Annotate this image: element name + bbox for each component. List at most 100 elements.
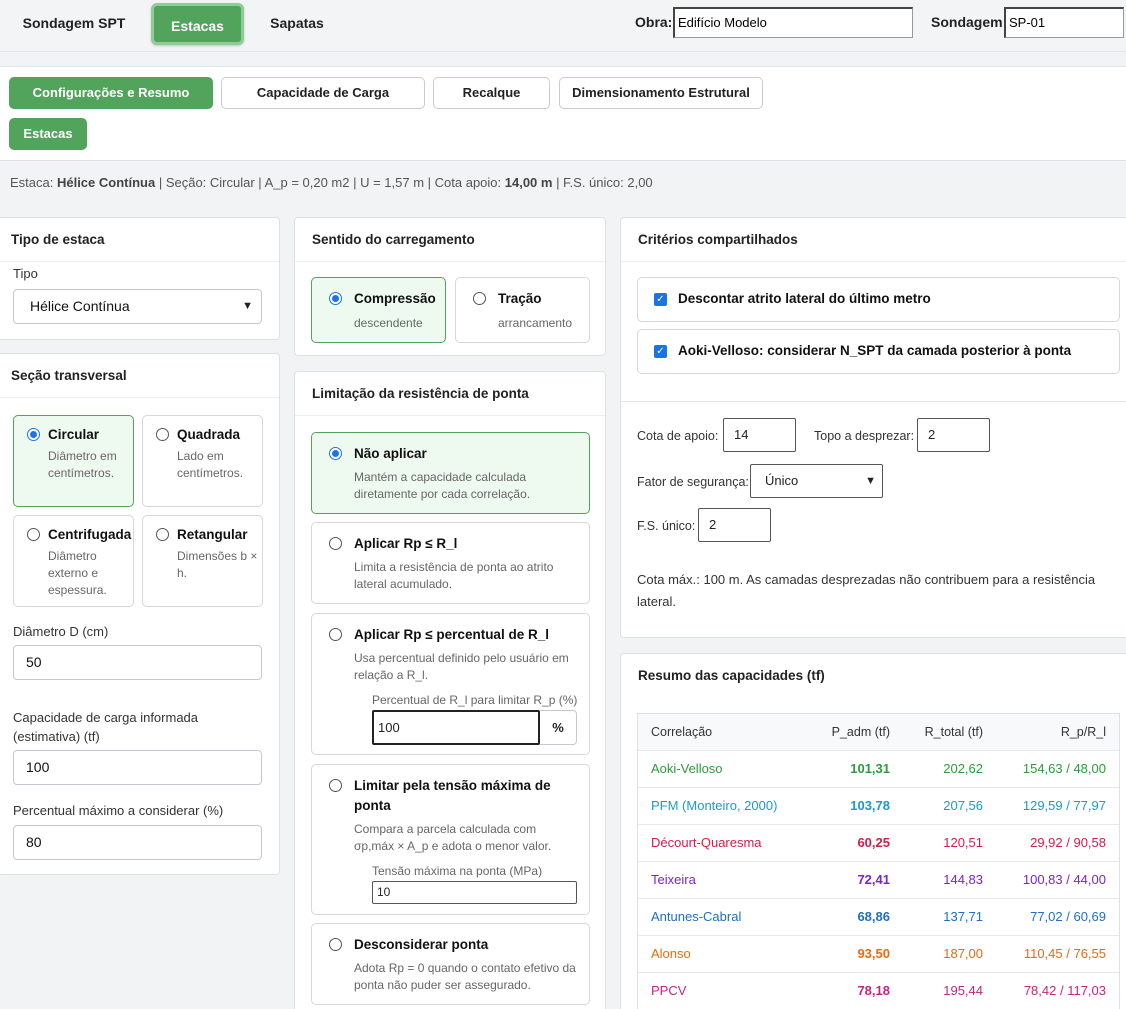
subtab-capacidade-carga[interactable]: Capacidade de Carga [221,77,425,109]
cota-apoio-input[interactable]: 14 [723,418,796,452]
percentual-rl-input[interactable]: 100 [372,710,540,745]
fs-unico-input[interactable]: 2 [698,508,771,542]
checkbox-aoki[interactable]: ✓ [654,345,667,358]
rprl-cell: 78,42 / 117,03 [1023,983,1106,998]
limitacao-option-percentual[interactable]: Aplicar Rp ≤ percentual de R_l Usa perce… [311,613,590,755]
radio-tracao[interactable] [473,292,486,305]
fator-select[interactable]: Único ▼ [750,464,883,498]
info-suffix: | F.S. único: 2,00 [552,175,653,190]
option-title: Desconsiderar ponta [354,937,489,952]
rprl-cell: 154,63 / 48,00 [1022,761,1106,776]
rtotal-cell: 137,71 [943,909,983,924]
sondagem-input[interactable]: SP-01 [1004,7,1124,38]
rtotal-cell: 187,00 [943,946,983,961]
rprl-cell: 77,02 / 60,69 [1030,909,1106,924]
tab-sapatas[interactable]: Sapatas [258,3,336,45]
table-row: PPCV 78,18 195,44 78,42 / 117,03 [638,972,1119,1009]
option-title: Tração [498,291,542,306]
sentido-option-tracao[interactable]: Tração arrancamento [455,277,590,343]
correlacao-cell: PPCV [651,983,687,998]
secao-option-circular[interactable]: Circular Diâmetro em centímetros. [13,415,134,507]
option-desc: Lado em centímetros. [177,449,244,480]
limitacao-option-tensao[interactable]: Limitar pela tensão máxima de ponta Comp… [311,764,590,915]
subtab-recalque[interactable]: Recalque [433,77,550,109]
radio-retangular[interactable] [156,528,169,541]
limitacao-option-desconsiderar[interactable]: Desconsiderar ponta Adota Rp = 0 quando … [311,923,590,1005]
info-cota: 14,00 m [504,175,553,190]
app-root: Sondagem SPT Estacas Sapatas Obra: Edifí… [0,0,1126,1009]
tab-estacas[interactable]: Estacas [151,3,244,45]
rtotal-cell: 144,83 [943,872,983,887]
resumo-card: Resumo das capacidades (tf) Correlação P… [620,653,1126,1009]
tipo-estaca-card: Tipo de estaca Tipo Hélice Contínua ▼ [0,217,280,340]
tipo-select-value: Hélice Contínua [30,298,130,314]
option-desc: Dimensões b × h. [177,549,258,580]
correlacao-cell: Antunes-Cabral [651,909,742,924]
topo-input[interactable]: 2 [917,418,990,452]
info-middle: | Seção: Circular | A_p = 0,20 m2 | U = … [155,175,505,190]
radio-nao-aplicar[interactable] [329,447,342,460]
padm-cell: 72,41 [857,872,890,887]
limitacao-option-rp-rl[interactable]: Aplicar Rp ≤ R_l Limita a resistência de… [311,522,590,604]
topo-label: Topo a desprezar: [814,429,915,443]
rprl-cell: 100,83 / 44,00 [1022,872,1106,887]
resumo-title: Resumo das capacidades (tf) [638,668,825,683]
secao-option-quadrada[interactable]: Quadrada Lado em centímetros. [142,415,263,507]
radio-circular[interactable] [27,428,40,441]
padm-cell: 103,78 [850,798,890,813]
cota-apoio-label: Cota de apoio: [637,429,719,443]
radio-percentual[interactable] [329,628,342,641]
secao-option-retangular[interactable]: Retangular Dimensões b × h. [142,515,263,607]
option-title: Retangular [177,527,248,542]
radio-rp-rl[interactable] [329,537,342,550]
option-desc: Diâmetro em centímetros. [48,449,117,480]
check-descontar-label: Descontar atrito lateral do último metro [678,291,931,306]
option-desc: arrancamento [498,316,573,330]
capacidade-input[interactable]: 100 [13,750,262,785]
checkbox-descontar[interactable]: ✓ [654,293,667,306]
resumo-table: Correlação P_adm (tf) R_total (tf) R_p/R… [637,713,1120,1009]
table-row: Aoki-Velloso 101,31 202,62 154,63 / 48,00 [638,750,1119,787]
diametro-input[interactable]: 50 [13,645,262,680]
rprl-cell: 129,59 / 77,97 [1022,798,1106,813]
criterios-card: Critérios compartilhados ✓ Descontar atr… [620,217,1126,638]
padm-cell: 93,50 [857,946,890,961]
tab-sondagem-spt[interactable]: Sondagem SPT [10,3,138,45]
radio-centrifugada[interactable] [27,528,40,541]
percentual-input[interactable]: 80 [13,825,262,860]
obra-input[interactable]: Edifício Modelo [673,7,913,38]
tensao-input[interactable]: 10 [372,881,577,904]
divider [621,401,1126,402]
radio-tensao[interactable] [329,779,342,792]
correlacao-cell: Décourt-Quaresma [651,835,762,850]
check-descontar-row[interactable]: ✓ Descontar atrito lateral do último met… [637,277,1120,322]
table-row: Alonso 93,50 187,00 110,45 / 76,55 [638,935,1119,972]
option-title: Aplicar Rp ≤ R_l [354,536,458,551]
sentido-option-compressao[interactable]: Compressão descendente [311,277,446,343]
option-title: Aplicar Rp ≤ percentual de R_l [354,627,549,642]
header-rprl: R_p/R_l [1060,725,1106,739]
header-padm: P_adm (tf) [831,725,890,739]
subtab-estacas[interactable]: Estacas [9,118,87,150]
limitacao-option-nao-aplicar[interactable]: Não aplicar Mantém a capacidade calculad… [311,432,590,514]
table-row: Antunes-Cabral 68,86 137,71 77,02 / 60,69 [638,898,1119,935]
subtab-configuracoes-resumo[interactable]: Configurações e Resumo [9,77,213,109]
subtab-dimensionamento[interactable]: Dimensionamento Estrutural [559,77,763,109]
radio-quadrada[interactable] [156,428,169,441]
radio-compressao[interactable] [329,292,342,305]
secao-title: Seção transversal [0,354,279,398]
radio-desconsiderar[interactable] [329,938,342,951]
option-title: Circular [48,427,100,442]
rtotal-cell: 202,62 [943,761,983,776]
secao-option-centrifugada[interactable]: Centrifugada Diâmetro externo e espessur… [13,515,134,607]
criterios-title: Critérios compartilhados [621,218,1126,262]
fator-label: Fator de segurança: [637,475,749,489]
tipo-select[interactable]: Hélice Contínua ▼ [13,289,262,324]
tipo-label: Tipo [13,266,38,281]
option-desc: Compara a parcela calculada com σp,máx ×… [354,822,552,853]
check-aoki-row[interactable]: ✓ Aoki-Velloso: considerar N_SPT da cama… [637,329,1120,374]
check-aoki-label: Aoki-Velloso: considerar N_SPT da camada… [678,343,1072,358]
sentido-title: Sentido do carregamento [295,218,605,262]
obra-label: Obra: [635,14,673,30]
table-header: Correlação P_adm (tf) R_total (tf) R_p/R… [638,714,1119,750]
